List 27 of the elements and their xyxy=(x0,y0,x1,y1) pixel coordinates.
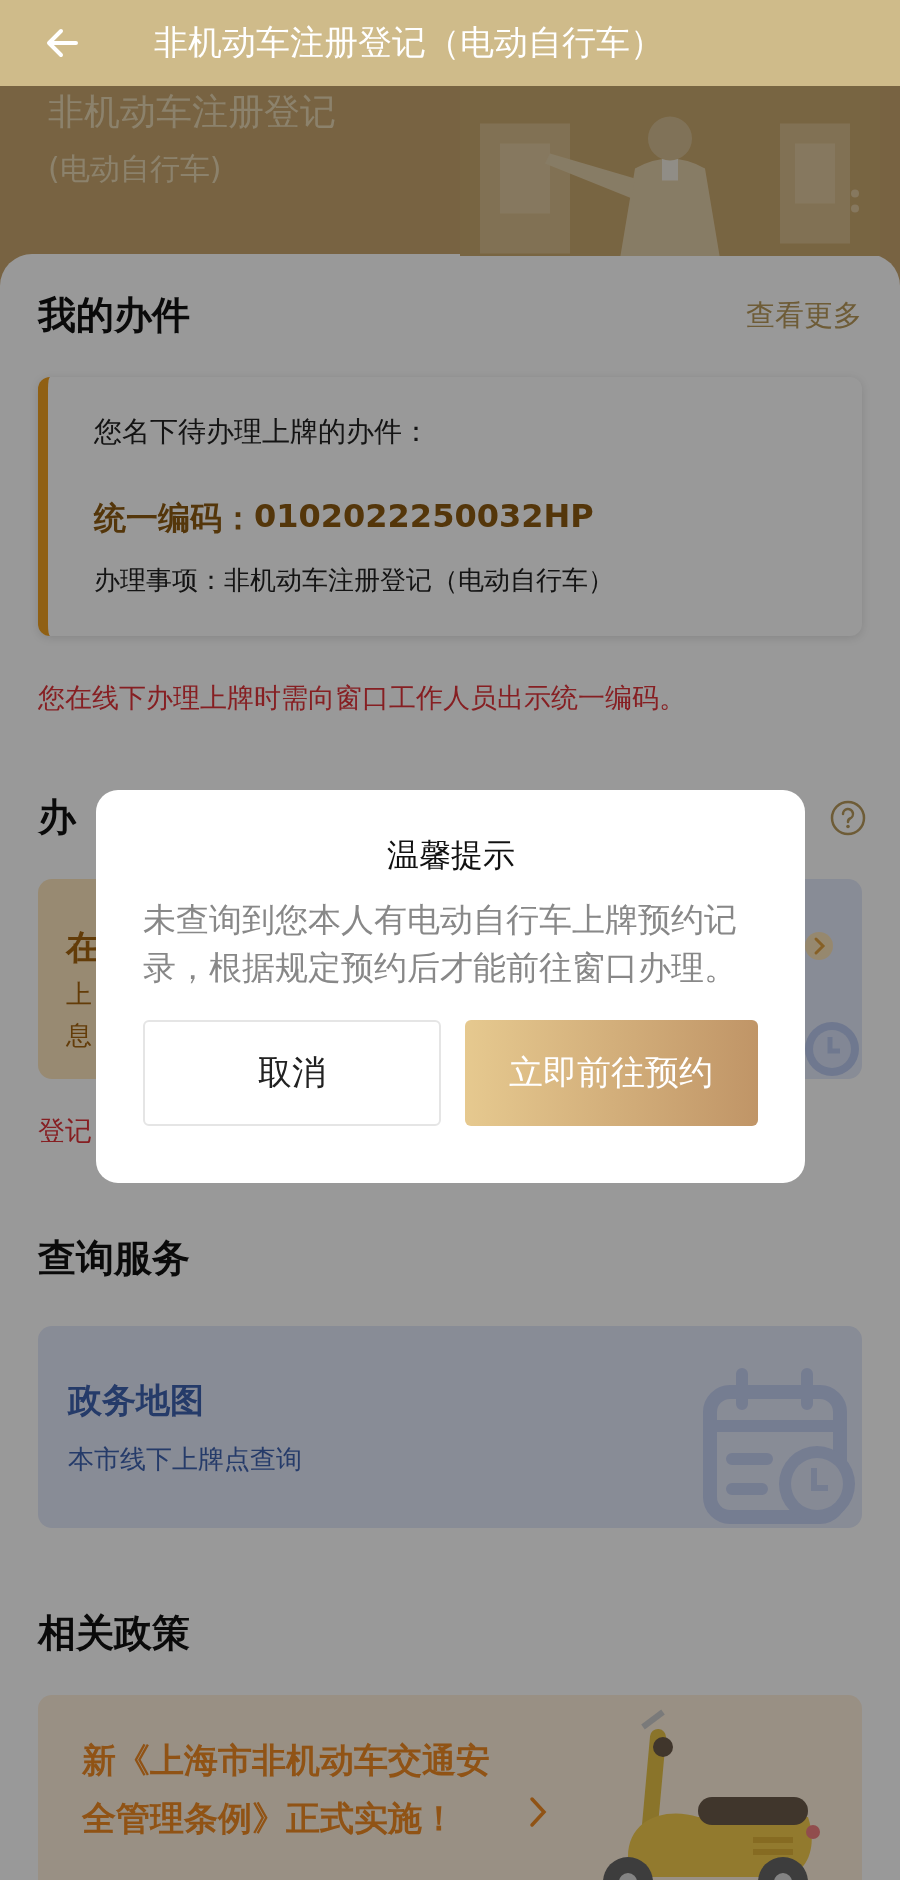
map-card[interactable]: 政务地图 本市线下上牌点查询 xyxy=(38,1326,862,1528)
unified-code: 0102022250032HP xyxy=(254,497,594,537)
section-heading: 相关政策 xyxy=(38,1610,190,1657)
case-item: 办理事项：非机动车注册登记（电动自行车） xyxy=(94,564,615,597)
view-more-link[interactable]: 查看更多 xyxy=(746,295,862,336)
dialog-title: 温馨提示 xyxy=(386,835,515,876)
section-heading: 我的办件 xyxy=(38,292,190,339)
policy-card[interactable]: 新《上海市非机动车交通安全管理条例》正式实施！ xyxy=(38,1695,862,1880)
case-intro: 您名下待办理上牌的办件： xyxy=(94,414,431,450)
chevron-right-icon xyxy=(528,1795,548,1829)
card-title: 政务地图 xyxy=(68,1378,205,1422)
policy-headline: 新《上海市非机动车交通安全管理条例》正式实施！ xyxy=(82,1739,491,1840)
notice-text: 登记 xyxy=(38,1114,93,1148)
section-heading: 查询服务 xyxy=(38,1235,190,1282)
book-now-button[interactable]: 立即前往预约 xyxy=(464,1020,758,1126)
page-title: 非机动车注册登记（电动自行车） xyxy=(154,21,664,64)
help-icon[interactable] xyxy=(830,799,866,836)
case-card[interactable]: 您名下待办理上牌的办件： 统一编码：0102022250032HP 办理事项：非机动车注册登记（电动自行车） xyxy=(38,377,862,636)
arrow-circle-icon xyxy=(804,931,834,961)
code-label: 统一编码： xyxy=(94,498,254,539)
card-text: 上 xyxy=(66,978,92,1011)
card-subtitle: 本市线下上牌点查询 xyxy=(68,1442,302,1476)
cancel-button[interactable]: 取消 xyxy=(143,1020,441,1126)
section-heading: 办 xyxy=(38,794,76,841)
dialog-message: 未查询到您本人有电动自行车上牌预约记录，根据规定预约后才能前往窗口办理。 xyxy=(143,899,738,989)
card-text: 息 xyxy=(66,1019,92,1052)
notice-text: 您在线下办理上牌时需向窗口工作人员出示统一编码。 xyxy=(38,681,687,715)
